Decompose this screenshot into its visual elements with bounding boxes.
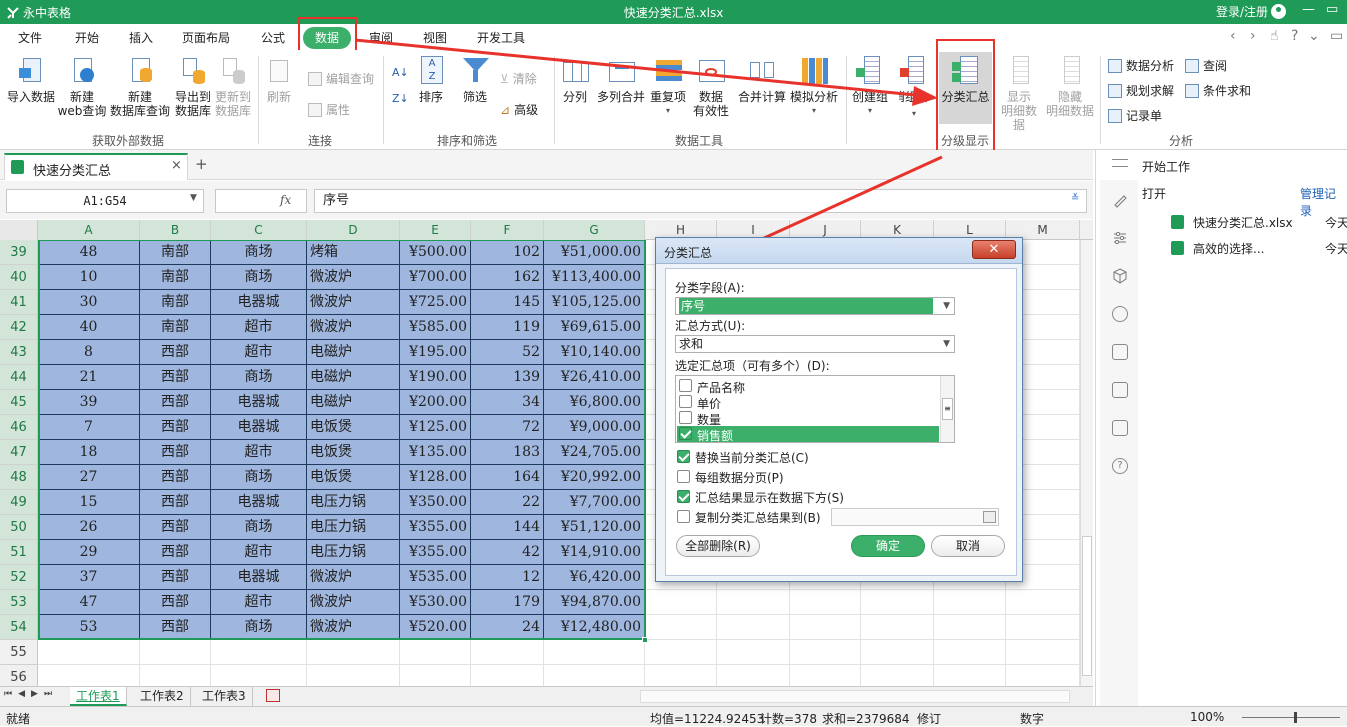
range-picker-icon[interactable] [983,511,996,523]
summary-item-checkbox[interactable] [679,395,692,408]
method-select[interactable]: 求和 ▼ [675,335,955,353]
summary-item-checkbox[interactable] [679,379,692,392]
copy-target-input[interactable] [831,508,999,526]
method-dropdown-icon: ▼ [943,339,950,349]
replace-checkbox[interactable] [677,450,690,463]
subtotal-dialog: 分类汇总 ✕ 分类字段(A): 序号 ▼ 汇总方式(U): 求和 ▼ 选定汇总项… [655,237,1023,582]
summary-item-checkbox[interactable] [679,411,692,424]
remove-all-button[interactable]: 全部删除(R) [676,535,760,557]
field-label: 分类字段(A): [675,281,745,295]
field-select[interactable]: 序号 ▼ [675,297,955,315]
field-select-value: 序号 [679,298,933,314]
items-label: 选定汇总项（可有多个）(D): [675,359,830,373]
below-checkbox[interactable] [677,490,690,503]
summary-item[interactable]: 数量 [677,410,939,427]
below-label: 汇总结果显示在数据下方(S) [695,491,844,505]
dialog-title: 分类汇总 [664,246,713,260]
summary-item-checkbox[interactable] [679,427,692,440]
pagebreak-checkbox[interactable] [677,470,690,483]
copy-checkbox[interactable] [677,510,690,523]
pagebreak-label: 每组数据分页(P) [695,471,784,485]
items-list-scrollbar[interactable]: ≡ [940,376,954,442]
items-scroll-thumb[interactable]: ≡ [942,398,953,420]
cancel-button[interactable]: 取消 [931,535,1005,557]
items-list[interactable]: 产品名称 单价 数量销售额 ≡ [675,375,955,443]
summary-item-label: 销售额 [697,429,734,443]
method-select-value: 求和 [679,337,704,351]
ok-button[interactable]: 确定 [851,535,925,557]
field-dropdown-icon: ▼ [943,301,950,311]
replace-label: 替换当前分类汇总(C) [695,451,809,465]
dialog-title-bar[interactable]: 分类汇总 ✕ [656,238,1022,264]
dialog-body: 分类字段(A): 序号 ▼ 汇总方式(U): 求和 ▼ 选定汇总项（可有多个）(… [665,268,1017,576]
summary-item[interactable]: 销售额 [677,426,939,443]
summary-item[interactable]: 产品名称 [677,378,939,395]
copy-label: 复制分类汇总结果到(B) [695,511,821,525]
method-label: 汇总方式(U): [675,319,746,333]
summary-item[interactable]: 单价 [677,394,939,411]
dialog-close-button[interactable]: ✕ [972,240,1016,259]
